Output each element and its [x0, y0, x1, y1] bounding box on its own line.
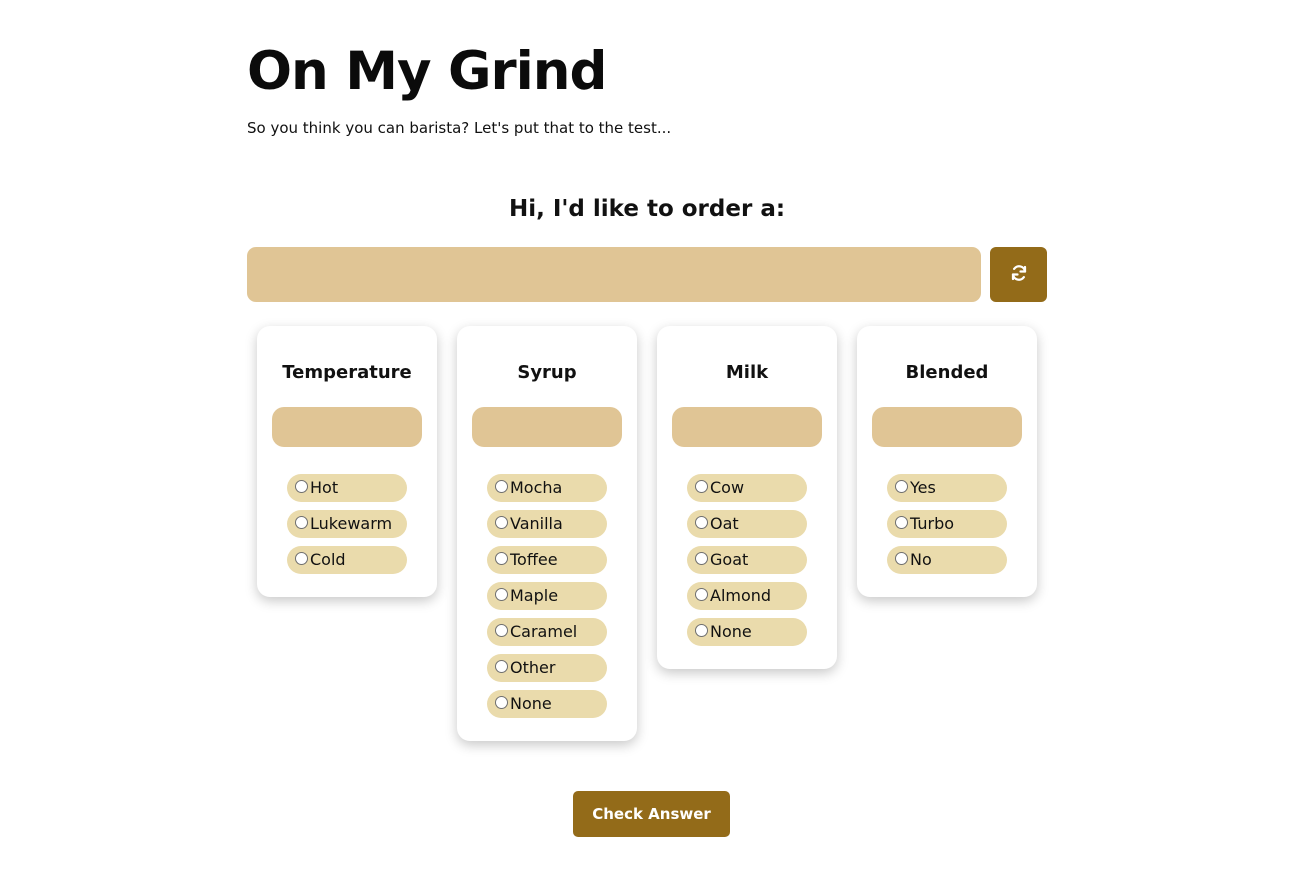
- option-list-temperature: Hot Lukewarm Cold: [287, 474, 407, 582]
- radio-button[interactable]: [695, 623, 708, 637]
- category-title: Temperature: [282, 362, 412, 383]
- category-title: Milk: [725, 362, 769, 383]
- option-lukewarm[interactable]: Lukewarm: [287, 510, 407, 538]
- option-yes[interactable]: Yes: [887, 474, 1007, 502]
- radio-button[interactable]: [295, 551, 308, 565]
- option-label: None: [510, 694, 552, 713]
- option-label: Goat: [710, 550, 749, 569]
- option-other[interactable]: Other: [487, 654, 607, 682]
- page-subtitle: So you think you can barista? Let's put …: [247, 119, 672, 137]
- option-cow[interactable]: Cow: [687, 474, 807, 502]
- option-label: Mocha: [510, 478, 563, 497]
- radio-button[interactable]: [495, 695, 508, 709]
- category-card-blended: Blended Yes Turbo No: [857, 326, 1037, 597]
- option-label: Lukewarm: [310, 514, 393, 533]
- radio-button[interactable]: [895, 515, 908, 529]
- category-title: Blended: [905, 362, 989, 383]
- option-label: Maple: [510, 586, 559, 605]
- option-hot[interactable]: Hot: [287, 474, 407, 502]
- option-no[interactable]: No: [887, 546, 1007, 574]
- radio-button[interactable]: [895, 551, 908, 565]
- option-label: No: [910, 550, 932, 569]
- option-label: Cold: [310, 550, 346, 569]
- radio-button[interactable]: [495, 515, 508, 529]
- radio-button[interactable]: [695, 515, 708, 529]
- radio-button[interactable]: [295, 479, 308, 493]
- radio-button[interactable]: [495, 623, 508, 637]
- option-label: Almond: [710, 586, 772, 605]
- radio-button[interactable]: [295, 515, 308, 529]
- radio-button[interactable]: [895, 479, 908, 493]
- option-label: Turbo: [910, 514, 955, 533]
- radio-button[interactable]: [495, 479, 508, 493]
- option-goat[interactable]: Goat: [687, 546, 807, 574]
- option-list-blended: Yes Turbo No: [887, 474, 1007, 582]
- option-list-milk: Cow Oat Goat Almond None: [687, 474, 807, 654]
- option-toffee[interactable]: Toffee: [487, 546, 607, 574]
- category-card-syrup: Syrup Mocha Vanilla Toffee Maple Caramel: [457, 326, 637, 741]
- page: On My Grind So you think you can barista…: [0, 0, 1304, 869]
- order-prompt: Hi, I'd like to order a:: [508, 196, 786, 222]
- option-label: Other: [510, 658, 556, 677]
- option-label: Oat: [710, 514, 739, 533]
- option-oat[interactable]: Oat: [687, 510, 807, 538]
- option-label: Hot: [310, 478, 339, 497]
- option-label: Caramel: [510, 622, 578, 641]
- option-label: Yes: [910, 478, 936, 497]
- radio-button[interactable]: [495, 659, 508, 673]
- radio-button[interactable]: [695, 551, 708, 565]
- radio-button[interactable]: [495, 587, 508, 601]
- option-mocha[interactable]: Mocha: [487, 474, 607, 502]
- radio-button[interactable]: [695, 479, 708, 493]
- answer-slot-syrup[interactable]: [472, 407, 622, 447]
- check-answer-button[interactable]: Check Answer: [573, 791, 730, 837]
- radio-button[interactable]: [495, 551, 508, 565]
- refresh-icon: [1010, 264, 1028, 286]
- option-vanilla[interactable]: Vanilla: [487, 510, 607, 538]
- order-display: [247, 247, 981, 302]
- answer-slot-milk[interactable]: [672, 407, 822, 447]
- radio-button[interactable]: [695, 587, 708, 601]
- answer-slot-temperature[interactable]: [272, 407, 422, 447]
- category-title: Syrup: [517, 362, 577, 383]
- category-card-milk: Milk Cow Oat Goat Almond None: [657, 326, 837, 669]
- option-label: Toffee: [510, 550, 558, 569]
- category-card-temperature: Temperature Hot Lukewarm Cold: [257, 326, 437, 597]
- page-title: On My Grind: [247, 41, 607, 102]
- option-almond[interactable]: Almond: [687, 582, 807, 610]
- option-none[interactable]: None: [687, 618, 807, 646]
- option-cold[interactable]: Cold: [287, 546, 407, 574]
- refresh-button[interactable]: [990, 247, 1047, 302]
- option-label: Cow: [710, 478, 745, 497]
- option-label: None: [710, 622, 752, 641]
- option-maple[interactable]: Maple: [487, 582, 607, 610]
- option-turbo[interactable]: Turbo: [887, 510, 1007, 538]
- option-none[interactable]: None: [487, 690, 607, 718]
- option-label: Vanilla: [510, 514, 563, 533]
- answer-slot-blended[interactable]: [872, 407, 1022, 447]
- option-list-syrup: Mocha Vanilla Toffee Maple Caramel Other: [487, 474, 607, 726]
- option-caramel[interactable]: Caramel: [487, 618, 607, 646]
